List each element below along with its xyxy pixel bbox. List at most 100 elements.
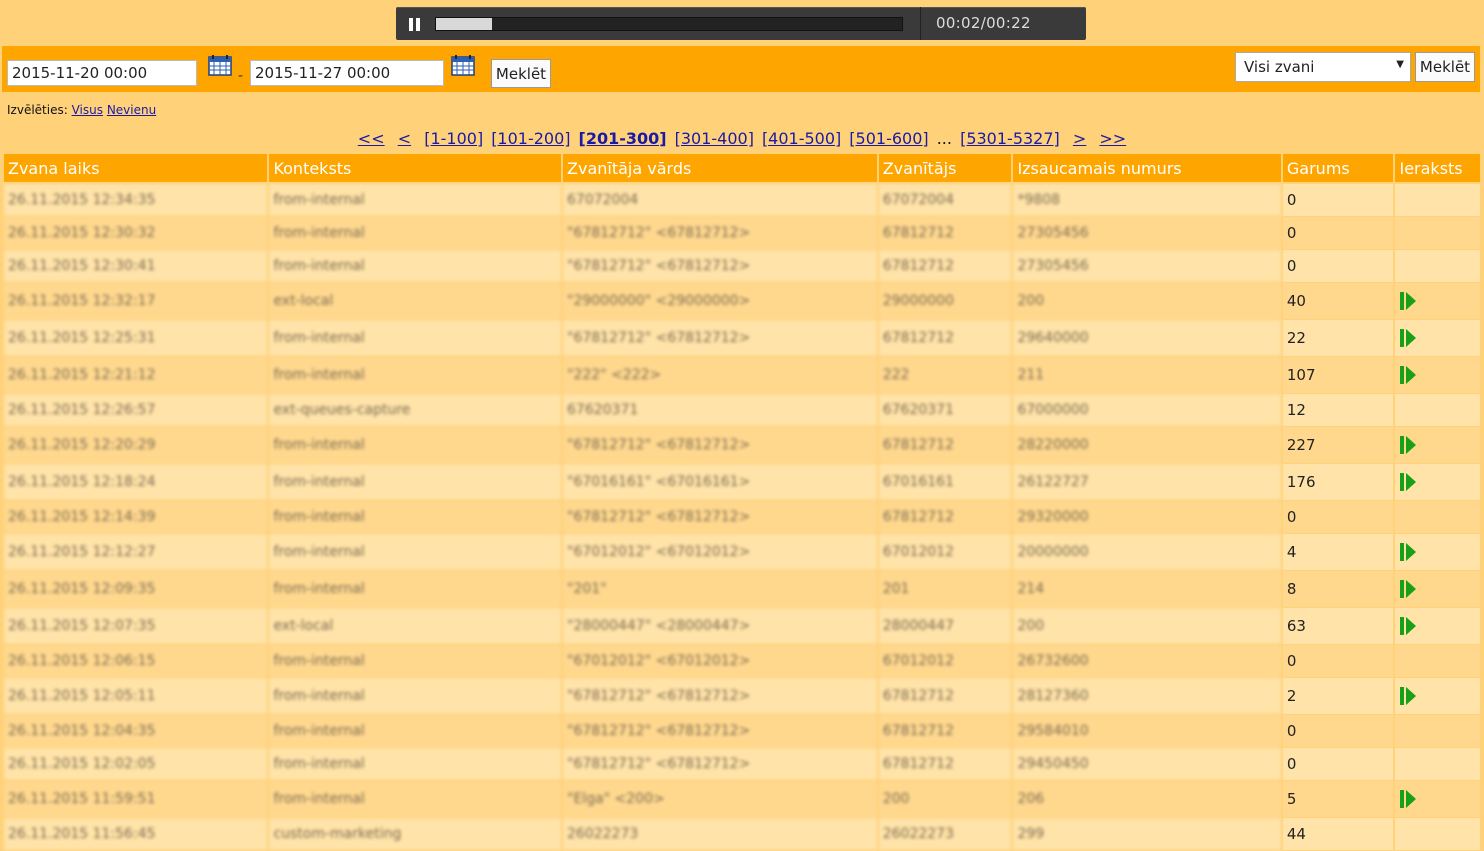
cell-recording[interactable] <box>1395 534 1480 571</box>
col-caller[interactable]: Zvanītājs <box>878 154 1012 184</box>
play-recording-icon[interactable] <box>1399 542 1417 562</box>
cell-recording[interactable] <box>1395 781 1480 818</box>
table-row[interactable]: 26.11.2015 12:32:17 ext-local "29000000" <… <box>4 283 1480 320</box>
cell-recording[interactable] <box>1395 678 1480 715</box>
table-row[interactable]: 26.11.2015 12:18:24 from-internal "6701616… <box>4 464 1480 501</box>
page-link[interactable]: [401-500] <box>762 129 841 148</box>
cell-recording[interactable] <box>1395 571 1480 608</box>
col-caller-name[interactable]: Zvanītāja vārds <box>563 154 877 184</box>
play-recording-icon[interactable] <box>1399 435 1417 455</box>
table-row[interactable]: 26.11.2015 12:20:29 from-internal "6781271… <box>4 427 1480 464</box>
cell-context: from-internal <box>269 184 562 217</box>
page-link[interactable]: [101-200] <box>491 129 570 148</box>
cell-callee: 29584010 <box>1013 715 1281 748</box>
cell-recording[interactable] <box>1395 320 1480 357</box>
player-divider <box>920 7 921 40</box>
table-row[interactable]: 26.11.2015 12:06:15 from-internal "6701201… <box>4 645 1480 678</box>
col-call-time[interactable]: Zvana laiks <box>4 154 268 184</box>
cell-call-time: 26.11.2015 12:06:15 <box>4 645 268 678</box>
table-row[interactable]: 26.11.2015 12:05:11 from-internal "6781271… <box>4 678 1480 715</box>
cell-caller: 67620371 <box>878 394 1012 427</box>
cell-duration: 8 <box>1282 571 1394 608</box>
table-row[interactable]: 26.11.2015 12:07:35 ext-local "28000447" <… <box>4 608 1480 645</box>
cell-recording <box>1395 394 1480 427</box>
cell-callee: 200 <box>1013 608 1281 645</box>
table-row[interactable]: 26.11.2015 12:04:35 from-internal "6781271… <box>4 715 1480 748</box>
date-from-input[interactable]: 2015-11-20 00:00 <box>7 60 197 86</box>
table-row[interactable]: 26.11.2015 12:26:57 ext-queues-capture 676… <box>4 394 1480 427</box>
cell-callee: 67000000 <box>1013 394 1281 427</box>
page-link[interactable]: [301-400] <box>675 129 754 148</box>
call-type-select[interactable]: Visi zvani ▼ <box>1235 52 1411 82</box>
search-button-2[interactable]: Meklēt <box>1415 52 1475 82</box>
table-row[interactable]: 26.11.2015 12:14:39 from-internal "6781271… <box>4 501 1480 534</box>
page-link[interactable]: [501-600] <box>849 129 928 148</box>
page-last-range-link[interactable]: [5301-5327] <box>960 129 1060 148</box>
play-recording-icon[interactable] <box>1399 686 1417 706</box>
cell-recording[interactable] <box>1395 427 1480 464</box>
cell-caller-name: "67812712" <67812712> <box>563 217 877 250</box>
col-recording[interactable]: Ieraksts <box>1395 154 1480 184</box>
cell-recording[interactable] <box>1395 464 1480 501</box>
col-callee[interactable]: Izsaucamais numurs <box>1013 154 1281 184</box>
cell-call-time: 26.11.2015 12:26:57 <box>4 394 268 427</box>
cell-caller: 67812712 <box>878 748 1012 781</box>
table-row[interactable]: 26.11.2015 12:30:41 from-internal "6781271… <box>4 250 1480 283</box>
page-first-link[interactable]: << <box>358 129 385 148</box>
search-button[interactable]: Meklēt <box>491 59 551 88</box>
col-duration[interactable]: Garums <box>1282 154 1394 184</box>
cell-caller-name: 67072004 <box>563 184 877 217</box>
table-row[interactable]: 26.11.2015 12:30:32 from-internal "6781271… <box>4 217 1480 250</box>
date-to-input[interactable]: 2015-11-27 00:00 <box>250 60 444 86</box>
page-last-link[interactable]: >> <box>1099 129 1126 148</box>
select-links: Izvēlēties: Visus Nevienu <box>2 97 1480 124</box>
table-row[interactable]: 26.11.2015 12:34:35 from-internal 67072004… <box>4 184 1480 217</box>
cell-call-time: 26.11.2015 12:34:35 <box>4 184 268 217</box>
cell-recording[interactable] <box>1395 357 1480 394</box>
table-row[interactable]: 26.11.2015 12:25:31 from-internal "6781271… <box>4 320 1480 357</box>
page-next-link[interactable]: > <box>1073 129 1086 148</box>
table-row[interactable]: 26.11.2015 12:02:05 from-internal "6781271… <box>4 748 1480 781</box>
cell-recording[interactable] <box>1395 283 1480 320</box>
calendar-from-icon[interactable] <box>208 54 232 76</box>
table-row[interactable]: 26.11.2015 12:12:27 from-internal "6701201… <box>4 534 1480 571</box>
table-row[interactable]: 26.11.2015 11:56:45 custom-marketing 26022… <box>4 818 1480 851</box>
cell-duration: 227 <box>1282 427 1394 464</box>
cell-callee: 28127360 <box>1013 678 1281 715</box>
date-separator: - <box>238 68 244 84</box>
play-recording-icon[interactable] <box>1399 472 1417 492</box>
cell-callee: 206 <box>1013 781 1281 818</box>
select-none-link[interactable]: Nevienu <box>107 103 156 117</box>
page-prev-link[interactable]: < <box>398 129 411 148</box>
cell-duration: 0 <box>1282 645 1394 678</box>
select-all-link[interactable]: Visus <box>72 103 103 117</box>
pause-icon[interactable] <box>402 12 426 36</box>
table-row[interactable]: 26.11.2015 11:59:51 from-internal "Elga" <… <box>4 781 1480 818</box>
calls-table: Zvana laiks Konteksts Zvanītāja vārds Zv… <box>2 154 1482 851</box>
cell-recording <box>1395 250 1480 283</box>
page-link[interactable]: [1-100] <box>424 129 483 148</box>
play-recording-icon[interactable] <box>1399 616 1417 636</box>
cell-duration: 0 <box>1282 501 1394 534</box>
calendar-to-icon[interactable] <box>451 54 475 76</box>
play-recording-icon[interactable] <box>1399 291 1417 311</box>
play-recording-icon[interactable] <box>1399 579 1417 599</box>
cell-callee: 299 <box>1013 818 1281 851</box>
cell-callee: 27305456 <box>1013 250 1281 283</box>
cell-callee: 20000000 <box>1013 534 1281 571</box>
table-row[interactable]: 26.11.2015 12:21:12 from-internal "222" <2… <box>4 357 1480 394</box>
cell-context: from-internal <box>269 678 562 715</box>
call-type-value: Visi zvani <box>1244 58 1315 76</box>
play-recording-icon[interactable] <box>1399 365 1417 385</box>
cell-recording <box>1395 217 1480 250</box>
cell-recording[interactable] <box>1395 608 1480 645</box>
cell-caller-name: "67812712" <67812712> <box>563 250 877 283</box>
page-link[interactable]: [201-300] <box>579 129 667 148</box>
seek-bar[interactable] <box>435 17 903 31</box>
cell-caller: 26022273 <box>878 818 1012 851</box>
col-context[interactable]: Konteksts <box>269 154 562 184</box>
play-recording-icon[interactable] <box>1399 789 1417 809</box>
cell-callee: 29320000 <box>1013 501 1281 534</box>
play-recording-icon[interactable] <box>1399 328 1417 348</box>
table-row[interactable]: 26.11.2015 12:09:35 from-internal "201" 201… <box>4 571 1480 608</box>
